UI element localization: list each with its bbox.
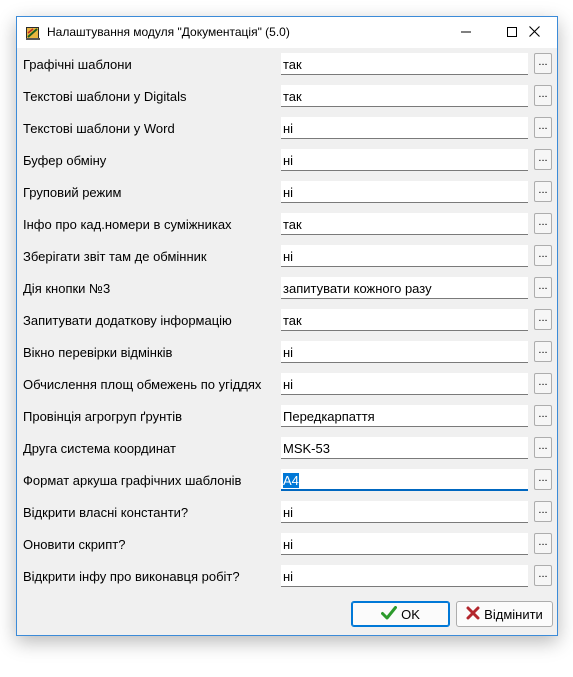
close-button[interactable]: [511, 17, 557, 48]
setting-label: Відкрити власні константи?: [23, 505, 189, 520]
settings-row: Провінція агрогруп ґрунтів Передкарпаття.…: [17, 400, 557, 432]
settings-row: Оновити скрипт? ні...: [17, 528, 557, 560]
browse-button[interactable]: ...: [534, 533, 552, 554]
setting-value-field[interactable]: так: [281, 53, 528, 75]
setting-value-text: так: [283, 57, 302, 72]
setting-value-text: A4: [283, 473, 299, 488]
setting-value-text: так: [283, 313, 302, 328]
browse-button[interactable]: ...: [534, 405, 552, 426]
setting-value-field[interactable]: A4: [281, 469, 528, 491]
setting-value-text: так: [283, 89, 302, 104]
minimize-button[interactable]: [443, 17, 489, 48]
setting-value-text: так: [283, 217, 302, 232]
browse-button[interactable]: ...: [534, 213, 552, 234]
setting-label: Провінція агрогруп ґрунтів: [23, 409, 183, 424]
browse-button[interactable]: ...: [534, 117, 552, 138]
browse-button[interactable]: ...: [534, 245, 552, 266]
settings-row: Текстові шаблони у Digitals так...: [17, 80, 557, 112]
setting-value-text: ні: [283, 345, 294, 360]
setting-value-text: запитувати кожного разу: [283, 281, 432, 296]
setting-label: Дія кнопки №3: [23, 281, 111, 296]
close-icon: [528, 25, 540, 40]
setting-value-text: ні: [283, 249, 294, 264]
setting-label: Оновити скрипт?: [23, 537, 126, 552]
settings-row: Графічні шаблони так...: [17, 48, 557, 80]
setting-value-field[interactable]: ні: [281, 341, 528, 363]
settings-row: Груповий режим ні...: [17, 176, 557, 208]
book-app-icon: [25, 25, 41, 41]
x-cancel-icon: [466, 606, 480, 623]
setting-value-text: ні: [283, 505, 294, 520]
browse-button[interactable]: ...: [534, 469, 552, 490]
title-bar[interactable]: Налаштування модуля "Документація" (5.0): [17, 17, 557, 48]
setting-value-field[interactable]: ні: [281, 565, 528, 587]
settings-dialog: Налаштування модуля "Документація" (5.0)…: [16, 16, 558, 636]
settings-row: Формат аркуша графічних шаблонів A4...: [17, 464, 557, 496]
setting-value-text: ні: [283, 569, 294, 584]
settings-row: Дія кнопки №3 запитувати кожного разу...: [17, 272, 557, 304]
setting-label: Друга система координат: [23, 441, 176, 456]
setting-value-field[interactable]: ні: [281, 533, 528, 555]
setting-value-text: ні: [283, 537, 294, 552]
ok-button[interactable]: OK: [351, 601, 450, 627]
setting-label: Буфер обміну: [23, 153, 107, 168]
settings-row: Вікно перевірки відмінків ні...: [17, 336, 557, 368]
browse-button[interactable]: ...: [534, 309, 552, 330]
setting-value-text: Передкарпаття: [283, 409, 375, 424]
setting-value-field[interactable]: ні: [281, 149, 528, 171]
settings-row: Відкрити власні константи? ні...: [17, 496, 557, 528]
setting-value-field[interactable]: ні: [281, 373, 528, 395]
minimize-icon: [461, 25, 471, 40]
setting-label: Обчислення площ обмежень по угіддях: [23, 377, 262, 392]
setting-value-field[interactable]: ні: [281, 181, 528, 203]
browse-button[interactable]: ...: [534, 501, 552, 522]
settings-row: Текстові шаблони у Word ні...: [17, 112, 557, 144]
setting-value-field[interactable]: ні: [281, 117, 528, 139]
browse-button[interactable]: ...: [534, 373, 552, 394]
setting-label: Текстові шаблони у Word: [23, 121, 175, 136]
setting-value-field[interactable]: ні: [281, 245, 528, 267]
settings-row: Інфо про кад.номери в суміжниках так...: [17, 208, 557, 240]
setting-value-text: ні: [283, 185, 294, 200]
setting-value-text: ні: [283, 153, 294, 168]
setting-label: Графічні шаблони: [23, 57, 132, 72]
ok-button-label: OK: [401, 606, 420, 622]
browse-button[interactable]: ...: [534, 181, 552, 202]
browse-button[interactable]: ...: [534, 277, 552, 298]
setting-value-field[interactable]: так: [281, 309, 528, 331]
setting-label: Запитувати додаткову інформацію: [23, 313, 232, 328]
setting-value-text: ні: [283, 121, 294, 136]
settings-row: Відкрити інфу про виконавця робіт? ні...: [17, 560, 557, 592]
setting-value-field[interactable]: запитувати кожного разу: [281, 277, 528, 299]
setting-label: Зберігати звіт там де обмінник: [23, 249, 207, 264]
setting-value-field[interactable]: так: [281, 213, 528, 235]
setting-value-field[interactable]: так: [281, 85, 528, 107]
browse-button[interactable]: ...: [534, 53, 552, 74]
settings-row: Запитувати додаткову інформацію так...: [17, 304, 557, 336]
setting-value-field[interactable]: MSK-53: [281, 437, 528, 459]
setting-value-text: MSK-53: [283, 441, 330, 456]
setting-value-text: ні: [283, 377, 294, 392]
setting-label: Формат аркуша графічних шаблонів: [23, 473, 242, 488]
setting-label: Груповий режим: [23, 185, 122, 200]
setting-label: Вікно перевірки відмінків: [23, 345, 173, 360]
browse-button[interactable]: ...: [534, 85, 552, 106]
settings-row: Обчислення площ обмежень по угіддях ні...: [17, 368, 557, 400]
browse-button[interactable]: ...: [534, 149, 552, 170]
setting-label: Інфо про кад.номери в суміжниках: [23, 217, 232, 232]
settings-row: Буфер обміну ні...: [17, 144, 557, 176]
setting-label: Відкрити інфу про виконавця робіт?: [23, 569, 240, 584]
cancel-button-label: Відмінити: [484, 606, 543, 622]
setting-value-field[interactable]: ні: [281, 501, 528, 523]
window-title: Налаштування модуля "Документація" (5.0): [47, 25, 290, 39]
checkmark-icon: [381, 605, 398, 623]
cancel-button[interactable]: Відмінити: [456, 601, 553, 627]
browse-button[interactable]: ...: [534, 341, 552, 362]
browse-button[interactable]: ...: [534, 437, 552, 458]
settings-row: Друга система координат MSK-53...: [17, 432, 557, 464]
setting-value-field[interactable]: Передкарпаття: [281, 405, 528, 427]
browse-button[interactable]: ...: [534, 565, 552, 586]
setting-label: Текстові шаблони у Digitals: [23, 89, 187, 104]
settings-row: Зберігати звіт там де обмінник ні...: [17, 240, 557, 272]
